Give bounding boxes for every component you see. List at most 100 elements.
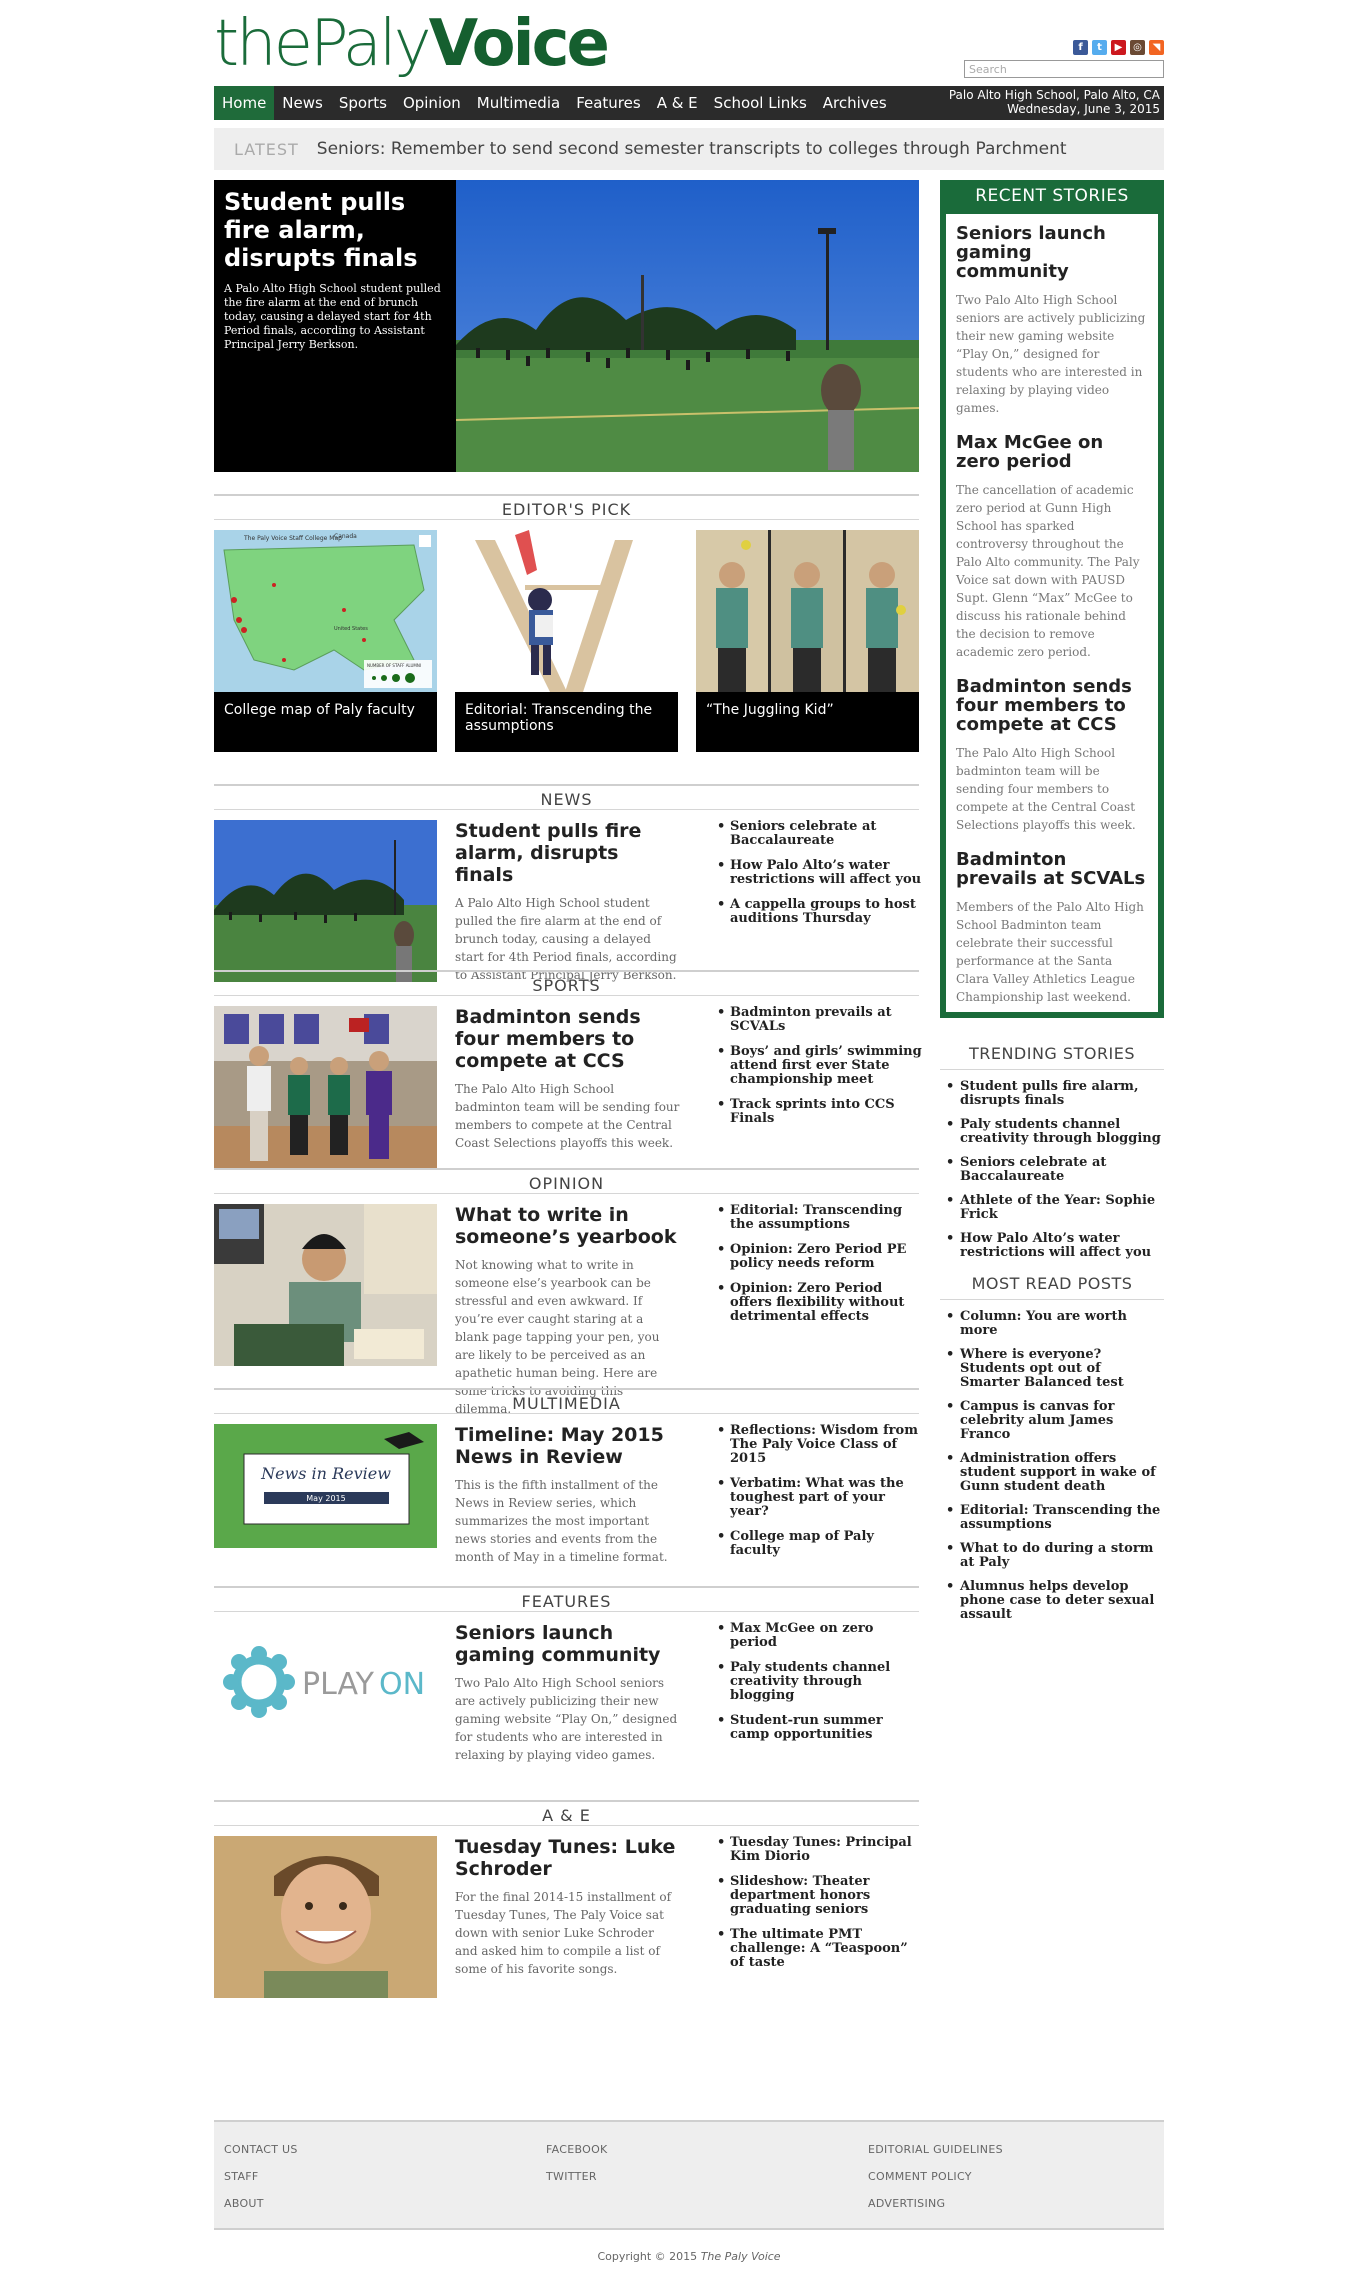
- nav-item-features[interactable]: Features: [568, 86, 649, 120]
- editors-pick-caption[interactable]: “The Juggling Kid”: [696, 692, 919, 752]
- editors-pick-item[interactable]: The Paly Voice Staff College Map Canada …: [214, 530, 437, 752]
- section-heading-multimedia[interactable]: MULTIMEDIA: [214, 1388, 919, 1414]
- editors-pick-caption[interactable]: College map of Paly faculty: [214, 692, 437, 752]
- story-title[interactable]: Seniors launch gaming community: [455, 1622, 680, 1666]
- story-title[interactable]: Tuesday Tunes: Luke Schroder: [455, 1836, 680, 1880]
- related-link[interactable]: Max McGee on zero period: [717, 1622, 922, 1650]
- section-story-sports: Badminton sends four members to compete …: [214, 996, 922, 1168]
- hero-story[interactable]: Student pulls fire alarm, disrupts final…: [214, 180, 919, 472]
- nav-item-news[interactable]: News: [274, 86, 331, 120]
- section-heading-ae[interactable]: A & E: [214, 1800, 919, 1826]
- site-logo[interactable]: thePalyVoice: [214, 12, 610, 76]
- story-title[interactable]: Badminton sends four members to compete …: [455, 1006, 680, 1072]
- recent-story[interactable]: Badminton sends four members to compete …: [946, 667, 1158, 840]
- related-link[interactable]: Badminton prevails at SCVALs: [717, 1006, 922, 1034]
- most-read-item[interactable]: Where is everyone? Students opt out of S…: [940, 1348, 1164, 1390]
- related-link[interactable]: Tuesday Tunes: Principal Kim Diorio: [717, 1836, 922, 1864]
- trending-item[interactable]: Athlete of the Year: Sophie Frick: [940, 1194, 1164, 1222]
- section-heading-opinion[interactable]: OPINION: [214, 1168, 919, 1194]
- related-link[interactable]: How Palo Alto’s water restrictions will …: [717, 859, 922, 887]
- hero-title[interactable]: Student pulls fire alarm, disrupts final…: [224, 188, 446, 272]
- search-input[interactable]: Search: [964, 60, 1164, 78]
- related-link[interactable]: Verbatim: What was the toughest part of …: [717, 1477, 922, 1519]
- story-photo[interactable]: [214, 1006, 437, 1168]
- editors-pick-item[interactable]: Editorial: Transcending the assumptions: [455, 530, 678, 752]
- related-link[interactable]: Slideshow: Theater department honors gra…: [717, 1875, 922, 1917]
- related-link[interactable]: Opinion: Zero Period offers flexibility …: [717, 1282, 922, 1324]
- related-link[interactable]: Reflections: Wisdom from The Paly Voice …: [717, 1424, 922, 1466]
- section-story-ae: Tuesday Tunes: Luke Schroder For the fina…: [214, 1826, 919, 2028]
- youtube-icon[interactable]: ▶: [1111, 40, 1126, 55]
- related-link[interactable]: The ultimate PMT challenge: A “Teaspoon”…: [717, 1928, 922, 1970]
- story-photo[interactable]: PLAY ON: [214, 1632, 437, 1732]
- footer-link-editorial-guidelines[interactable]: EDITORIAL GUIDELINES: [868, 2136, 1003, 2163]
- footer-link-facebook[interactable]: FACEBOOK: [546, 2136, 608, 2163]
- nav-item-sports[interactable]: Sports: [331, 86, 395, 120]
- latest-headline[interactable]: Seniors: Remember to send second semeste…: [317, 139, 1067, 159]
- rss-icon[interactable]: ◥: [1149, 40, 1164, 55]
- most-read-item[interactable]: Administration offers student support in…: [940, 1452, 1164, 1494]
- section-heading-news[interactable]: NEWS: [214, 784, 919, 810]
- section-heading-sports[interactable]: SPORTS: [214, 970, 919, 996]
- editors-pick-caption[interactable]: Editorial: Transcending the assumptions: [455, 692, 678, 752]
- footer-link-about[interactable]: ABOUT: [224, 2190, 298, 2217]
- story-title[interactable]: Student pulls fire alarm, disrupts final…: [455, 820, 680, 886]
- trending-item[interactable]: Student pulls fire alarm, disrupts final…: [940, 1080, 1164, 1108]
- facebook-icon[interactable]: f: [1073, 40, 1088, 55]
- footer-link-comment-policy[interactable]: COMMENT POLICY: [868, 2163, 1003, 2190]
- hero-photo[interactable]: [456, 180, 919, 472]
- story-photo[interactable]: News in Review May 2015: [214, 1424, 437, 1548]
- nav-item-ae[interactable]: A & E: [649, 86, 706, 120]
- recent-story-title[interactable]: Badminton prevails at SCVALs: [956, 850, 1148, 888]
- story-photo[interactable]: [214, 1836, 437, 1998]
- nav-item-opinion[interactable]: Opinion: [395, 86, 469, 120]
- logo-text-thin: thePaly: [214, 7, 432, 81]
- trending-item[interactable]: Seniors celebrate at Baccalaureate: [940, 1156, 1164, 1184]
- recent-story-summary: The Palo Alto High School badminton team…: [956, 746, 1136, 832]
- footer-link-twitter[interactable]: TWITTER: [546, 2163, 608, 2190]
- story-photo[interactable]: [214, 1204, 437, 1366]
- most-read-item[interactable]: Alumnus helps develop phone case to dete…: [940, 1580, 1164, 1622]
- trending-item[interactable]: How Palo Alto’s water restrictions will …: [940, 1232, 1164, 1260]
- related-link[interactable]: Track sprints into CCS Finals: [717, 1098, 922, 1126]
- related-link[interactable]: Student-run summer camp opportunities: [717, 1714, 922, 1742]
- nav-item-archives[interactable]: Archives: [815, 86, 895, 120]
- instagram-icon[interactable]: ◎: [1130, 40, 1145, 55]
- related-link[interactable]: College map of Paly faculty: [717, 1530, 922, 1558]
- most-read-item[interactable]: Campus is canvas for celebrity alum Jame…: [940, 1400, 1164, 1442]
- story-photo[interactable]: [214, 820, 437, 982]
- related-link[interactable]: Seniors celebrate at Baccalaureate: [717, 820, 922, 848]
- nav-item-school-links[interactable]: School Links: [706, 86, 815, 120]
- section-heading-features[interactable]: FEATURES: [214, 1586, 919, 1612]
- recent-story[interactable]: Max McGee on zero period The cancellation…: [946, 423, 1158, 667]
- recent-story[interactable]: Badminton prevails at SCVALs Members of t…: [946, 840, 1158, 1012]
- most-read-item[interactable]: Editorial: Transcending the assumptions: [940, 1504, 1164, 1532]
- hero-summary: A Palo Alto High School student pulled t…: [224, 282, 441, 351]
- copyright-name: The Paly Voice: [700, 2250, 781, 2263]
- footer-link-staff[interactable]: STAFF: [224, 2163, 298, 2190]
- recent-story-title[interactable]: Seniors launch gaming community: [956, 224, 1148, 281]
- related-link[interactable]: Opinion: Zero Period PE policy needs ref…: [717, 1243, 922, 1271]
- related-links: Reflections: Wisdom from The Paly Voice …: [717, 1424, 922, 1569]
- recent-story-title[interactable]: Max McGee on zero period: [956, 433, 1148, 471]
- most-read-item[interactable]: Column: You are worth more: [940, 1310, 1164, 1338]
- footer-link-contact[interactable]: CONTACT US: [224, 2136, 298, 2163]
- story-title[interactable]: Timeline: May 2015 News in Review: [455, 1424, 680, 1468]
- footer-link-advertising[interactable]: ADVERTISING: [868, 2190, 1003, 2217]
- related-link[interactable]: Boys’ and girls’ swimming attend first e…: [717, 1045, 922, 1087]
- editors-pick-item[interactable]: “The Juggling Kid”: [696, 530, 919, 752]
- twitter-icon[interactable]: t: [1092, 40, 1107, 55]
- nav-item-multimedia[interactable]: Multimedia: [469, 86, 568, 120]
- section-story-features: PLAY ON Seniors launch gaming community Two…: [214, 1612, 919, 1800]
- most-read-item[interactable]: What to do during a storm at Paly: [940, 1542, 1164, 1570]
- story-title[interactable]: What to write in someone’s yearbook: [455, 1204, 680, 1248]
- related-link[interactable]: Editorial: Transcending the assumptions: [717, 1204, 922, 1232]
- most-read-list: Column: You are worth more Where is every…: [940, 1300, 1164, 1622]
- related-link[interactable]: Paly students channel creativity through…: [717, 1661, 922, 1703]
- trending-item[interactable]: Paly students channel creativity through…: [940, 1118, 1164, 1146]
- play-on-logo-b: ON: [379, 1667, 425, 1702]
- related-link[interactable]: A cappella groups to host auditions Thur…: [717, 898, 922, 926]
- recent-story[interactable]: Seniors launch gaming community Two Palo …: [946, 214, 1158, 423]
- recent-story-title[interactable]: Badminton sends four members to compete …: [956, 677, 1148, 734]
- nav-item-home[interactable]: Home: [214, 86, 275, 120]
